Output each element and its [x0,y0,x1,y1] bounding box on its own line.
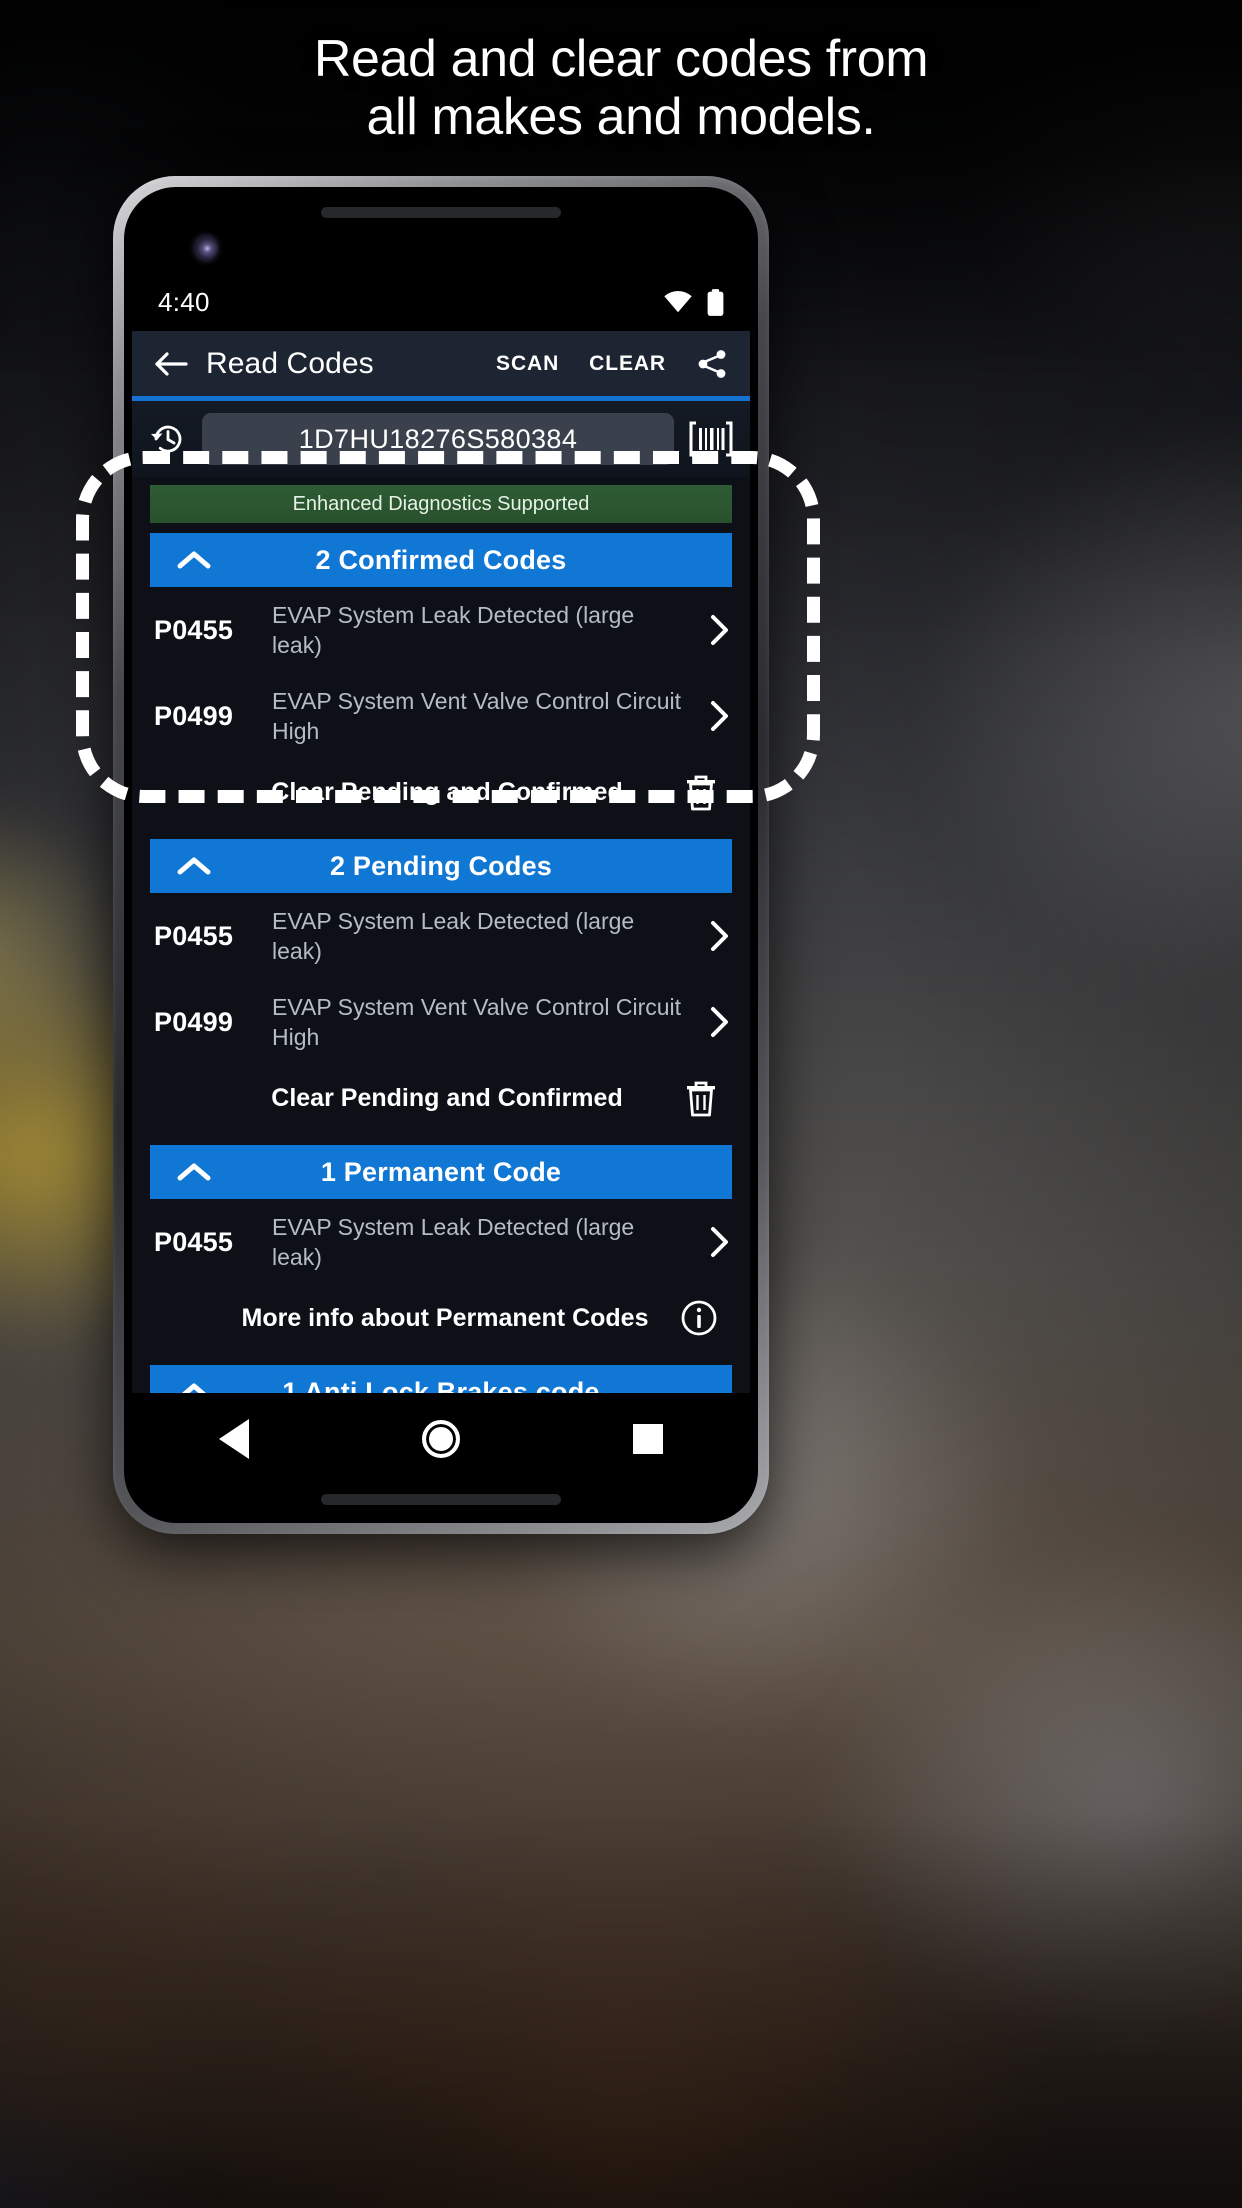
table-row[interactable]: P0455 EVAP System Leak Detected (large l… [132,587,750,673]
trash-icon[interactable] [684,1079,718,1117]
section-header-pending[interactable]: 2 Pending Codes [150,839,732,893]
chevron-up-icon [177,551,211,569]
code-id: P0455 [154,1226,234,1257]
page-title: Read Codes [206,346,374,380]
headline-line-1: Read and clear codes from [313,30,929,88]
table-row[interactable]: P0455 EVAP System Leak Detected (large l… [132,1199,750,1285]
chevron-up-icon [177,1163,211,1181]
headline-line-2: all makes and models. [366,88,876,146]
code-description: EVAP System Vent Valve Control Circuit H… [272,688,682,744]
section-title: 1 Permanent Code [320,1156,562,1187]
status-icons [663,288,724,316]
section-header-anti-lock-brakes[interactable]: 1 Anti Lock Brakes code [150,1365,732,1393]
phone-screen-bezel: 4:40 Read Codes SCAN CLEAR 1D7HU18276S58… [124,187,758,1523]
chevron-right-icon [711,921,728,951]
back-arrow-icon[interactable] [154,349,188,379]
android-nav-bar [132,1393,750,1485]
section-header-permanent[interactable]: 1 Permanent Code [150,1145,732,1199]
scan-button[interactable]: SCAN [496,352,559,376]
wifi-icon [664,290,692,313]
more-info-permanent-codes-row[interactable]: More info about Permanent Codes [132,1285,750,1355]
chevron-up-icon [181,1383,207,1393]
vin-bar: 1D7HU18276S580384 [132,401,750,477]
section-title: 2 Pending Codes [329,850,553,881]
code-description: EVAP System Leak Detected (large leak) [272,908,635,964]
promo-headline: Read and clear codes from all makes and … [0,30,1242,146]
chevron-right-icon [711,615,728,645]
code-id: P0499 [154,700,234,731]
chevron-right-icon [711,1227,728,1257]
clear-pending-confirmed-row[interactable]: Clear Pending and Confirmed [132,1065,750,1135]
action-label: Clear Pending and Confirmed [271,1083,623,1112]
bottom-speaker [321,1494,561,1505]
code-id: P0455 [154,920,234,951]
share-icon[interactable] [696,348,728,380]
history-icon[interactable] [148,419,188,459]
enhanced-diagnostics-banner: Enhanced Diagnostics Supported [150,485,732,523]
codes-list: Enhanced Diagnostics Supported 2 Confirm… [132,485,750,1393]
section-title: 2 Confirmed Codes [315,544,567,575]
info-icon[interactable] [680,1299,718,1337]
app-toolbar: Read Codes SCAN CLEAR [132,331,750,401]
clear-button[interactable]: CLEAR [589,352,666,376]
table-row[interactable]: P0455 EVAP System Leak Detected (large l… [132,893,750,979]
action-label: More info about Permanent Codes [241,1303,649,1332]
clear-pending-confirmed-row[interactable]: Clear Pending and Confirmed [132,759,750,829]
nav-home-icon[interactable] [421,1420,460,1458]
battery-icon [707,288,724,316]
chevron-right-icon [711,701,728,731]
toolbar-actions: SCAN CLEAR [496,348,728,380]
table-row[interactable]: P0499 EVAP System Vent Valve Control Cir… [132,979,750,1065]
trash-icon[interactable] [684,773,718,811]
chevron-right-icon [711,1007,728,1037]
vin-input[interactable]: 1D7HU18276S580384 [202,413,674,465]
earpiece-speaker [321,207,561,218]
section-title: 1 Anti Lock Brakes code [282,1376,600,1394]
nav-back-icon[interactable] [218,1419,249,1459]
front-camera-icon [194,235,218,261]
code-description: EVAP System Leak Detected (large leak) [272,1214,635,1270]
android-status-bar: 4:40 [132,273,750,331]
table-row[interactable]: P0499 EVAP System Vent Valve Control Cir… [132,673,750,759]
code-id: P0455 [154,614,234,645]
nav-recents-icon[interactable] [633,1424,664,1454]
code-description: EVAP System Vent Valve Control Circuit H… [272,994,682,1050]
section-header-confirmed[interactable]: 2 Confirmed Codes [150,533,732,587]
app-screen: 4:40 Read Codes SCAN CLEAR 1D7HU18276S58… [132,273,750,1393]
status-time: 4:40 [158,286,210,317]
chevron-up-icon [177,857,211,875]
code-id: P0499 [154,1006,234,1037]
code-description: EVAP System Leak Detected (large leak) [272,602,635,658]
phone-mockup: 4:40 Read Codes SCAN CLEAR 1D7HU18276S58… [113,176,769,1534]
barcode-scan-icon[interactable] [688,419,734,459]
action-label: Clear Pending and Confirmed [271,777,623,806]
